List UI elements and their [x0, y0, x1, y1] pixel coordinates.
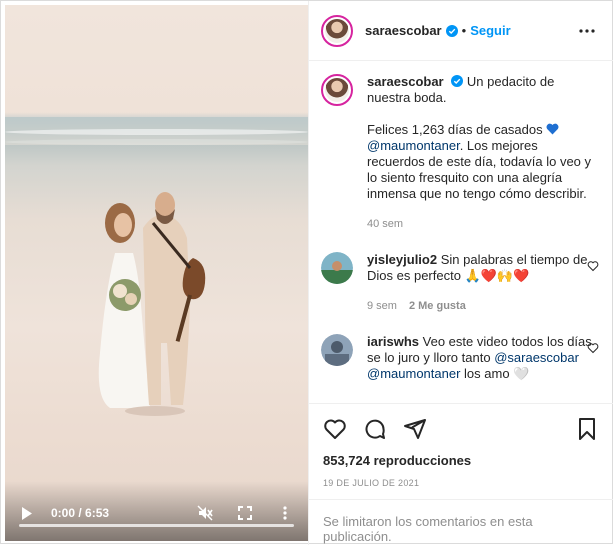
header-username[interactable]: saraescobar: [365, 23, 442, 38]
fullscreen-icon[interactable]: [236, 504, 254, 522]
instagram-post: 0:00 / 6:53 saraescobar • Seguir saraesc…: [0, 0, 613, 545]
comments-list[interactable]: saraescobar Un pedacito de nuestra boda.…: [309, 62, 613, 402]
caption-time[interactable]: 40 sem: [367, 218, 403, 230]
avatar[interactable]: [321, 74, 353, 106]
comments-limited-notice: Se limitaron los comentarios en esta pub…: [309, 499, 613, 545]
caption-meta: 40 sem: [367, 216, 599, 232]
mention-link[interactable]: @maumontaner: [367, 366, 460, 381]
caption-text: Felices 1,263 días de casados: [367, 122, 543, 137]
comment-button[interactable]: [361, 415, 389, 443]
more-icon[interactable]: [575, 21, 599, 41]
comment-body: yisleyjulio2 Sin palabras el tiempo de D…: [367, 252, 599, 314]
comment-icon: [365, 419, 385, 439]
like-comment-icon[interactable]: [587, 342, 599, 354]
like-button[interactable]: [321, 415, 349, 443]
video-controls-row: 0:00 / 6:53: [19, 503, 294, 523]
comment-username[interactable]: iariswhs: [367, 334, 419, 349]
comment-time[interactable]: 9 sem: [367, 300, 397, 312]
comment-item: iariswhs Veo este video todos los días s…: [321, 334, 599, 382]
post-date[interactable]: 19 DE JULIO DE 2021: [323, 478, 419, 488]
caption-username[interactable]: saraescobar: [367, 74, 444, 89]
save-button[interactable]: [573, 415, 601, 443]
video-player[interactable]: 0:00 / 6:53: [5, 5, 308, 541]
comment-body: iariswhs Veo este video todos los días s…: [367, 334, 599, 382]
comment-likes[interactable]: 2 Me gusta: [409, 300, 466, 312]
video-controls: 0:00 / 6:53: [5, 481, 308, 541]
comment-username[interactable]: yisleyjulio2: [367, 252, 437, 267]
like-comment-icon[interactable]: [587, 260, 599, 272]
mention-link[interactable]: @saraescobar: [494, 350, 579, 365]
share-button[interactable]: [401, 415, 429, 443]
bookmark-icon: [579, 417, 595, 440]
view-count[interactable]: 853,724 reproducciones: [323, 453, 471, 468]
avatar[interactable]: [321, 14, 353, 47]
video-time: 0:00 / 6:53: [51, 506, 110, 520]
caption: saraescobar Un pedacito de nuestra boda.…: [321, 74, 599, 232]
mute-icon[interactable]: [196, 504, 214, 522]
follow-button[interactable]: Seguir: [470, 23, 510, 38]
post-header: saraescobar • Seguir: [309, 1, 613, 61]
heart-icon: [324, 419, 346, 439]
avatar[interactable]: [321, 334, 353, 366]
verified-icon: [451, 75, 464, 87]
share-icon: [404, 418, 426, 439]
post-panel: saraescobar • Seguir saraescobar Un peda…: [308, 1, 613, 545]
avatar[interactable]: [321, 252, 353, 284]
play-icon[interactable]: [19, 505, 35, 521]
action-bar: [309, 403, 613, 453]
comment-meta: 9 sem 2 Me gusta: [367, 298, 599, 314]
wave: [5, 129, 308, 135]
comment-text: los amo 🤍: [464, 366, 530, 381]
comment-item: yisleyjulio2 Sin palabras el tiempo de D…: [321, 252, 599, 314]
mention-link[interactable]: @maumontaner: [367, 138, 460, 153]
wave: [5, 139, 308, 145]
video-progress-bar[interactable]: [19, 524, 294, 527]
blue-heart-icon: [546, 123, 559, 135]
separator-dot: •: [461, 23, 467, 38]
verified-icon: [445, 24, 458, 37]
more-options-icon[interactable]: [276, 504, 294, 522]
couple-image: [98, 192, 206, 416]
caption-body: saraescobar Un pedacito de nuestra boda.…: [367, 74, 599, 232]
